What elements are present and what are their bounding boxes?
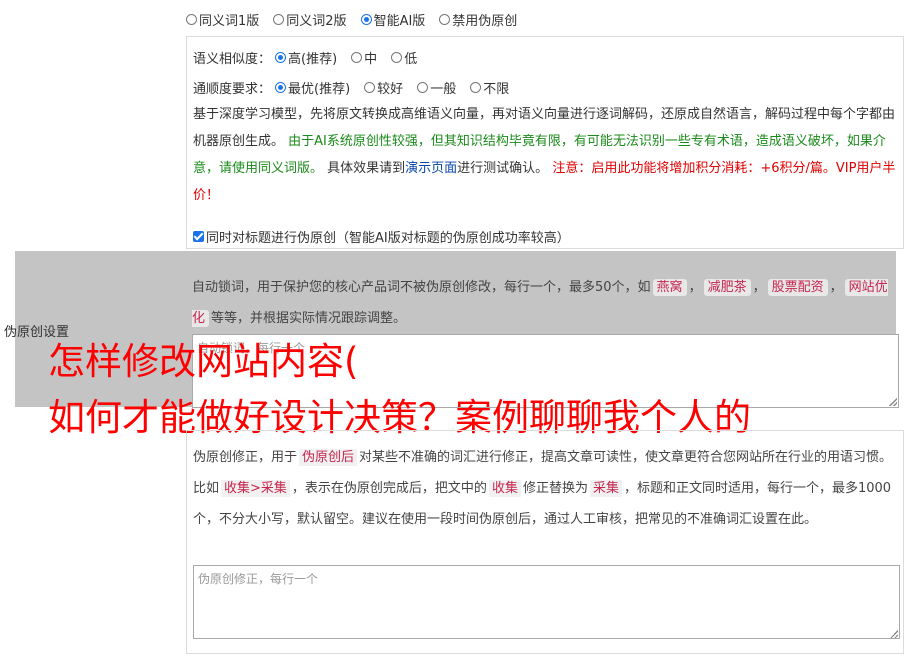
radio-icon[interactable]: [391, 52, 403, 63]
ai-settings-panel: 语义相似度： 高(推荐) 中 低 通顺度要求： 最优(推荐) 较好 一般 不限 …: [186, 36, 904, 249]
lock-desc-text: 自动锁词，用于保护您的核心产品词不被伪原创修改，每行一个，最多50个，如: [192, 280, 651, 295]
lock-example: 减肥茶: [703, 279, 751, 296]
section-label: 伪原创设置: [4, 325, 70, 340]
fix-code: 伪原创后: [299, 449, 358, 466]
fluency-label: 通顺度要求：: [193, 82, 272, 97]
similarity-high[interactable]: 高(推荐): [275, 48, 337, 67]
lock-desc-text: 等等，并根据实际情况跟踪调整。: [211, 311, 407, 326]
resize-handle-icon[interactable]: [890, 630, 898, 638]
radio-icon[interactable]: [439, 13, 451, 25]
radio-selected-icon[interactable]: [275, 82, 287, 93]
ai-description: 基于深度学习模型，先将原文转换成高维语义向量，再对语义向量进行逐词解码，还原成自…: [193, 101, 899, 209]
option-label: 低: [404, 52, 418, 67]
option-label: 同义词2版: [286, 13, 347, 29]
option-label: 禁用伪原创: [452, 13, 518, 29]
radio-icon[interactable]: [417, 82, 429, 93]
similarity-label: 语义相似度：: [193, 52, 272, 67]
mode-option-synonym-v2[interactable]: 同义词2版: [273, 10, 347, 29]
similarity-row: 语义相似度： 高(推荐) 中 低: [193, 48, 431, 67]
radio-icon[interactable]: [351, 52, 363, 63]
similarity-medium[interactable]: 中: [351, 48, 377, 67]
mode-radio-group: 同义词1版 同义词2版 智能AI版 禁用伪原创: [186, 10, 531, 29]
ai-desc-text: 进行测试确认。: [457, 161, 549, 176]
radio-icon[interactable]: [273, 13, 285, 25]
lock-example: 燕窝: [652, 279, 687, 296]
resize-handle-icon[interactable]: [889, 398, 897, 406]
correction-panel: 伪原创修正，用于 伪原创后 对某些不准确的词汇进行修正，提高文章可读性，使文章更符合…: [186, 430, 904, 654]
fix-text: 伪原创修正，用于: [193, 450, 298, 465]
ai-desc-text: 具体效果请到: [323, 161, 406, 176]
radio-icon[interactable]: [470, 82, 482, 93]
option-label: 不限: [483, 82, 510, 97]
lock-description: 自动锁词，用于保护您的核心产品词不被伪原创修改，每行一个，最多50个，如 燕窝，减…: [192, 279, 888, 327]
fix-code: 收集: [488, 480, 521, 497]
radio-icon[interactable]: [186, 13, 197, 25]
fluency-good[interactable]: 较好: [364, 78, 403, 97]
option-label: 同义词1版: [199, 13, 260, 29]
checkbox-label: 同时对标题进行伪原创（智能AI版对标题的伪原创成功率较高）: [206, 231, 570, 246]
demo-page-link[interactable]: 演示页面: [405, 161, 457, 176]
title-rewrite-checkbox[interactable]: 同时对标题进行伪原创（智能AI版对标题的伪原创成功率较高）: [193, 227, 570, 246]
option-label: 中: [364, 52, 378, 67]
mode-option-synonym-v1[interactable]: 同义词1版: [186, 10, 259, 29]
fluency-normal[interactable]: 一般: [417, 78, 456, 97]
fluency-best[interactable]: 最优(推荐): [275, 78, 350, 97]
option-label: 智能AI版: [373, 13, 426, 29]
fix-code: 采集: [589, 480, 622, 497]
option-label: 一般: [430, 82, 457, 97]
fluency-row: 通顺度要求： 最优(推荐) 较好 一般 不限: [193, 78, 523, 97]
radio-icon[interactable]: [364, 82, 376, 93]
fix-text: ，表示在伪原创完成后，把文中的: [291, 481, 487, 496]
fix-code: 收集>采集: [221, 480, 290, 497]
mode-option-smart-ai[interactable]: 智能AI版: [360, 10, 426, 29]
fix-text: 修正替换为: [522, 481, 588, 496]
option-label: 高(推荐): [288, 52, 338, 67]
lock-example: 股票配资: [767, 279, 828, 296]
mode-option-disable[interactable]: 禁用伪原创: [439, 10, 517, 29]
option-label: 较好: [377, 82, 404, 97]
lock-words-textarea[interactable]: 自动锁词，每行一个: [192, 334, 899, 408]
fluency-unlimited[interactable]: 不限: [470, 78, 509, 97]
option-label: 最优(推荐): [288, 82, 351, 97]
correction-description: 伪原创修正，用于 伪原创后 对某些不准确的词汇进行修正，提高文章可读性，使文章更符合…: [193, 442, 901, 535]
radio-selected-icon[interactable]: [275, 52, 287, 63]
radio-selected-icon[interactable]: [360, 13, 372, 25]
correction-textarea[interactable]: 伪原创修正，每行一个: [193, 565, 900, 639]
checkbox-checked-icon[interactable]: [193, 231, 204, 242]
similarity-low[interactable]: 低: [391, 48, 417, 67]
